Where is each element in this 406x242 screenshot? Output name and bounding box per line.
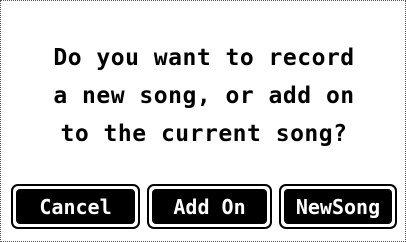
dialog-message: Do you want to record a new song, or add… xyxy=(1,39,406,153)
dialog-message-line-3: to the current song? xyxy=(60,121,348,147)
cancel-button[interactable]: Cancel xyxy=(11,184,140,229)
add-on-button[interactable]: Add On xyxy=(147,184,272,229)
new-song-button[interactable]: NewSong xyxy=(279,184,397,229)
dialog-message-line-1: Do you want to record xyxy=(53,45,355,71)
cancel-button-label: Cancel xyxy=(16,189,135,224)
add-on-button-label: Add On xyxy=(152,189,267,224)
new-song-button-label: NewSong xyxy=(284,189,392,224)
record-mode-dialog: Do you want to record a new song, or add… xyxy=(0,0,406,242)
dialog-message-line-2: a new song, or add on xyxy=(53,83,355,109)
